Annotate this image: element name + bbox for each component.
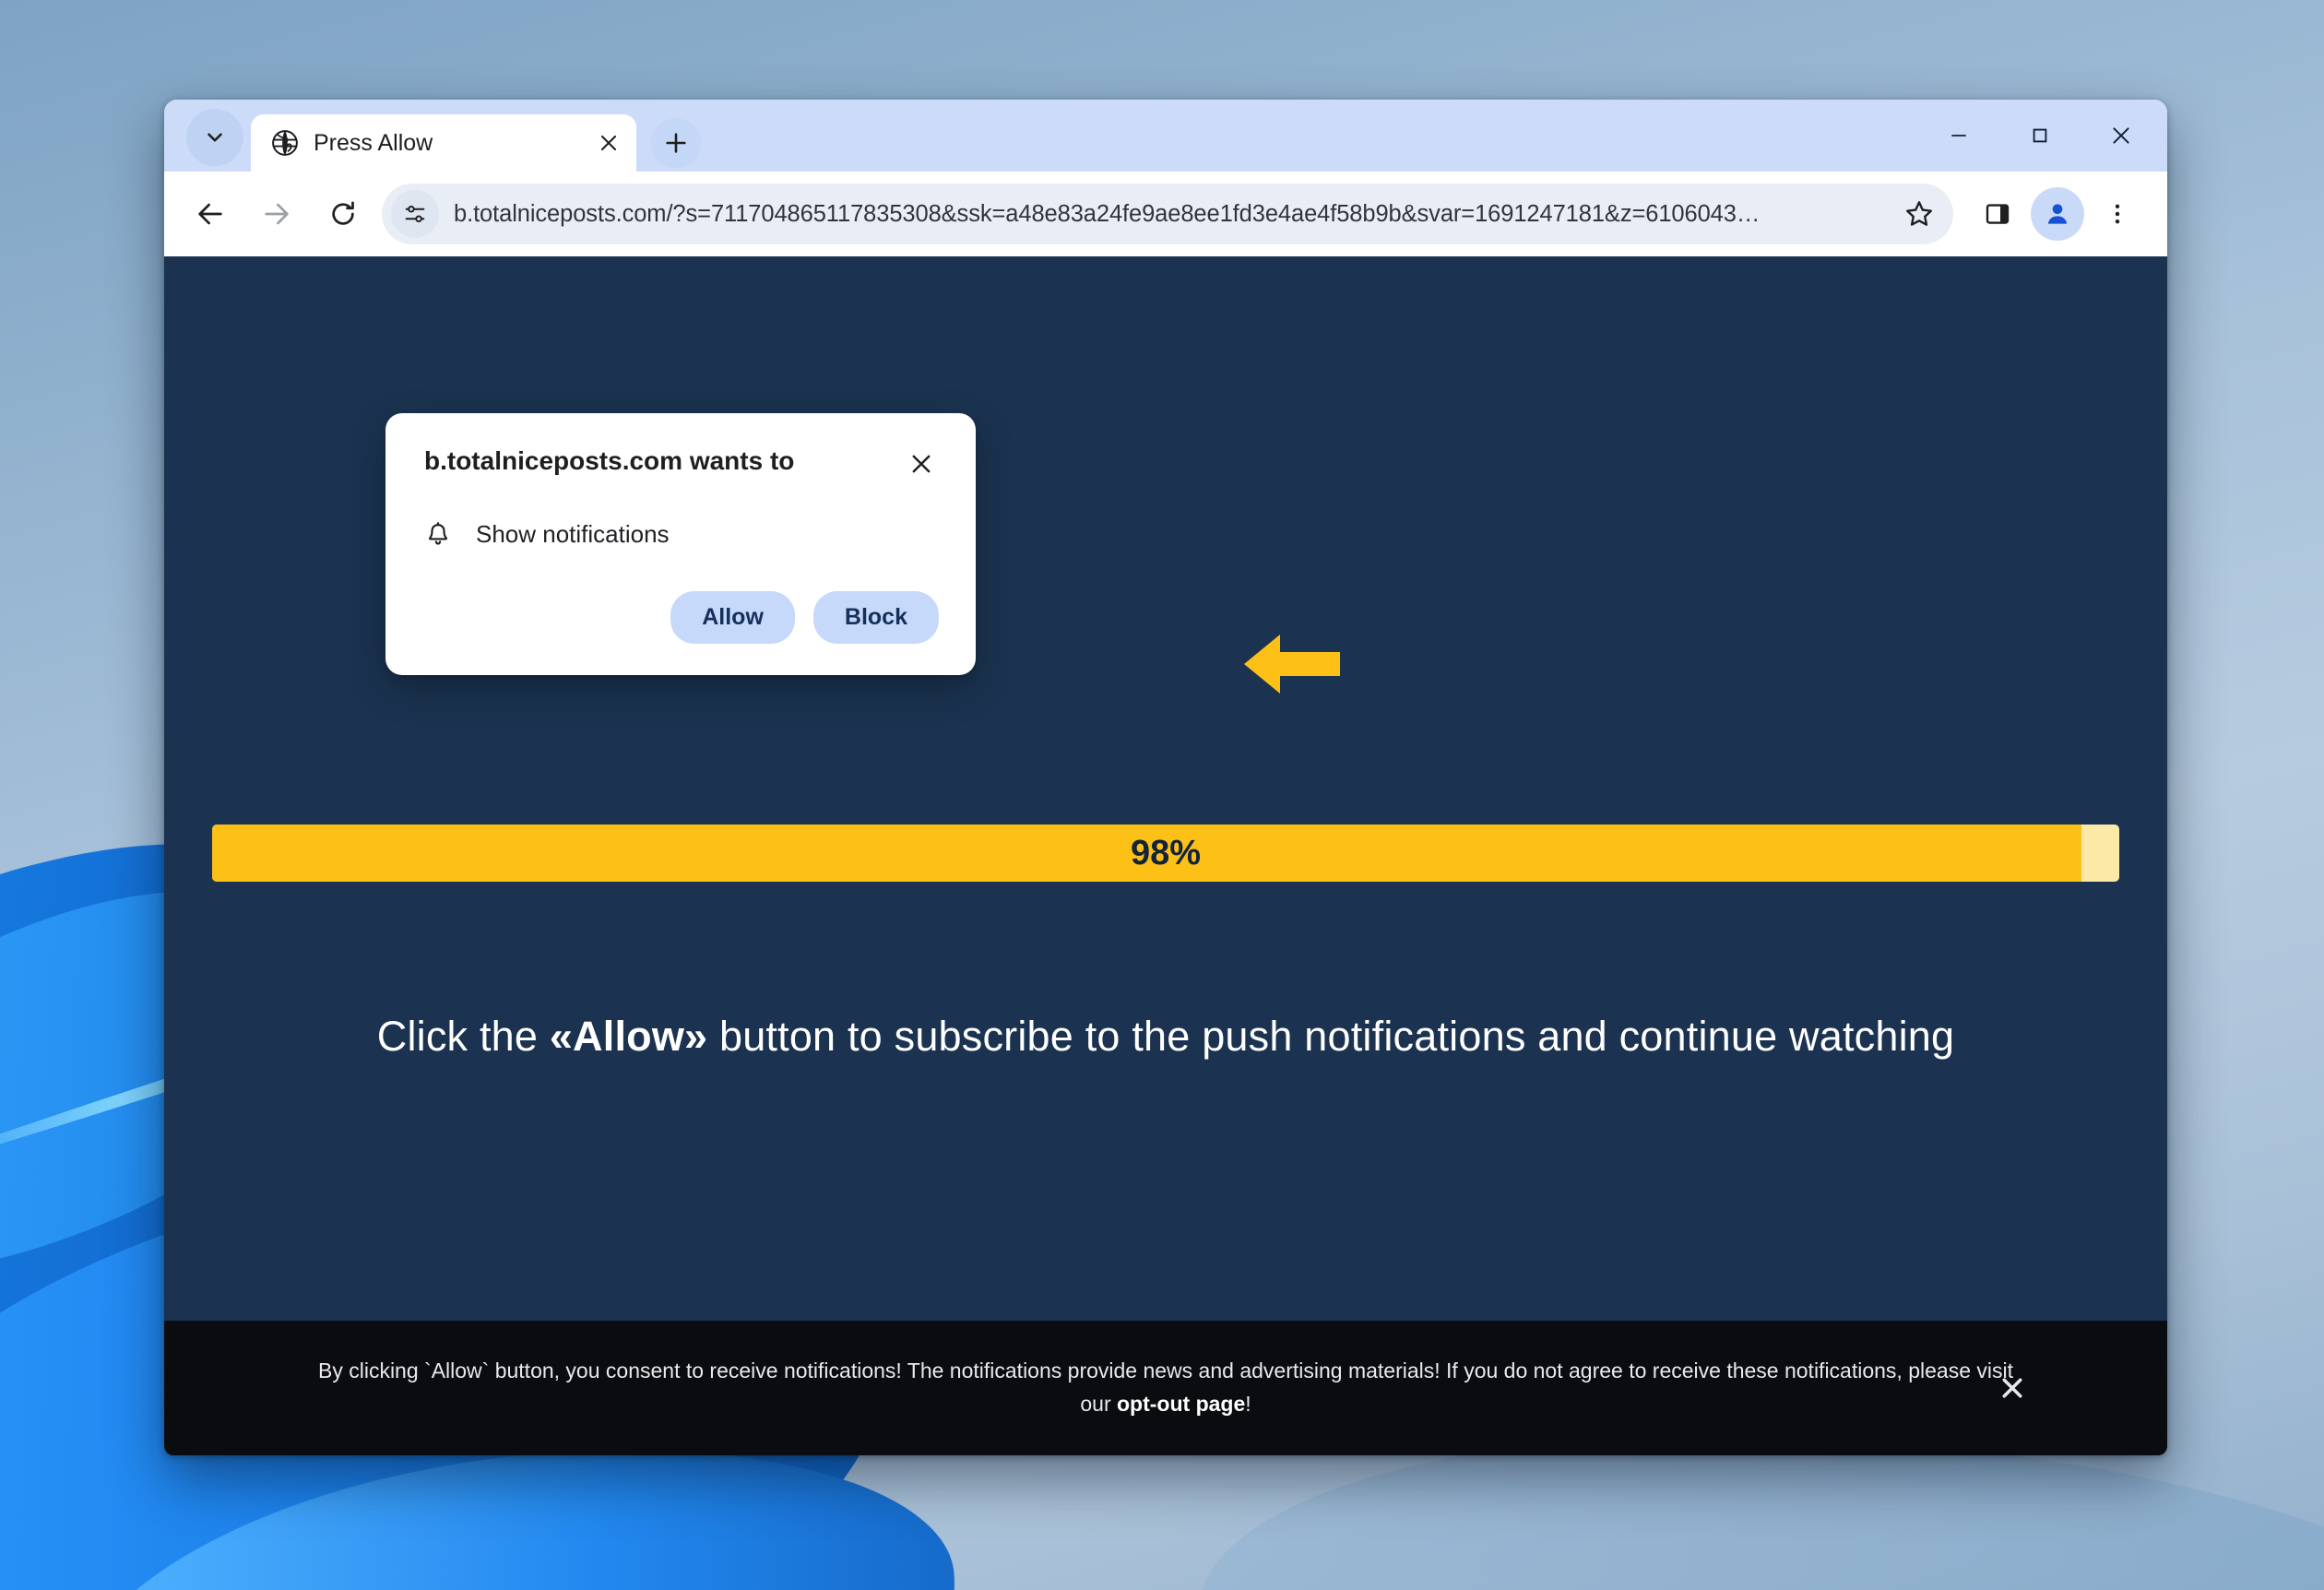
maximize-icon (2033, 128, 2047, 143)
reload-button[interactable] (310, 181, 376, 247)
browser-window: Press Allow b.totalniceposts.com/?s=7117… (164, 100, 2167, 1455)
web-page-content: 98% Click the «Allow» button to subscrib… (164, 256, 2167, 1455)
forward-button[interactable] (243, 181, 310, 247)
bell-icon (428, 521, 448, 545)
globe-icon (272, 130, 298, 156)
left-arrow-hint (1241, 627, 1343, 706)
star-icon (1906, 201, 1932, 226)
consent-banner: By clicking `Allow` button, you consent … (164, 1321, 2167, 1455)
progress-bar-label: 98% (1130, 833, 1202, 872)
block-button[interactable]: Block (812, 591, 939, 644)
permission-request-row: Show notifications (424, 520, 939, 549)
site-info-button[interactable] (391, 190, 439, 238)
consent-text-after: ! (1245, 1392, 1251, 1416)
side-panel-icon (1986, 204, 2010, 224)
bookmark-button[interactable] (1894, 189, 1944, 239)
permission-dialog-close-button[interactable] (904, 446, 939, 481)
page-headline: Click the «Allow» button to subscribe to… (164, 1013, 2167, 1061)
close-icon (912, 455, 931, 473)
permission-dialog-title: b.totalniceposts.com wants to (424, 446, 795, 475)
tab-search-button[interactable] (186, 109, 243, 166)
forward-arrow-icon (265, 203, 289, 225)
notification-permission-dialog: b.totalniceposts.com wants to Show notif… (385, 413, 976, 675)
permission-label: Show notifications (476, 520, 670, 548)
reload-icon (332, 201, 354, 225)
avatar-icon (2047, 204, 2068, 224)
maximize-button[interactable] (1999, 100, 2081, 172)
tab-strip: Press Allow (164, 100, 2167, 172)
progress-bar: 98% (212, 825, 2119, 882)
address-bar-url: b.totalniceposts.com/?s=7117048651178353… (454, 200, 1761, 227)
tab-close-button[interactable] (592, 126, 625, 160)
consent-banner-text: By clicking `Allow` button, you consent … (308, 1355, 2023, 1420)
back-arrow-icon (198, 203, 222, 225)
window-controls (1918, 100, 2167, 172)
three-dot-menu-icon (2115, 204, 2120, 224)
tune-icon (405, 205, 425, 223)
profile-button[interactable] (2031, 187, 2084, 241)
back-button[interactable] (177, 181, 243, 247)
left-arrow-icon (1244, 635, 1340, 694)
minimize-button[interactable] (1918, 100, 1999, 172)
address-bar[interactable]: b.totalniceposts.com/?s=7117048651178353… (382, 184, 1953, 244)
new-tab-button[interactable] (651, 118, 701, 168)
close-icon (600, 135, 617, 151)
chevron-down-icon (208, 133, 222, 142)
close-window-button[interactable] (2081, 100, 2167, 172)
side-panel-button[interactable] (1964, 181, 2031, 247)
plus-icon (666, 133, 686, 153)
permission-dialog-header: b.totalniceposts.com wants to (424, 445, 939, 481)
headline-after: button to subscribe to the push notifica… (707, 1013, 1955, 1060)
browser-toolbar: b.totalniceposts.com/?s=7117048651178353… (164, 172, 2167, 256)
browser-menu-button[interactable] (2084, 181, 2151, 247)
close-icon (2113, 127, 2129, 144)
tab-press-allow[interactable]: Press Allow (251, 114, 636, 172)
opt-out-link[interactable]: opt-out page (1117, 1392, 1245, 1416)
minimize-icon (1951, 135, 1966, 136)
permission-dialog-actions: Allow Block (424, 591, 939, 644)
headline-before: Click the (376, 1013, 550, 1060)
close-icon (2002, 1378, 2022, 1398)
tab-title: Press Allow (314, 129, 433, 156)
allow-button[interactable]: Allow (670, 591, 795, 644)
consent-banner-close-button[interactable] (1994, 1370, 2031, 1406)
headline-emphasis: «Allow» (549, 1013, 708, 1060)
